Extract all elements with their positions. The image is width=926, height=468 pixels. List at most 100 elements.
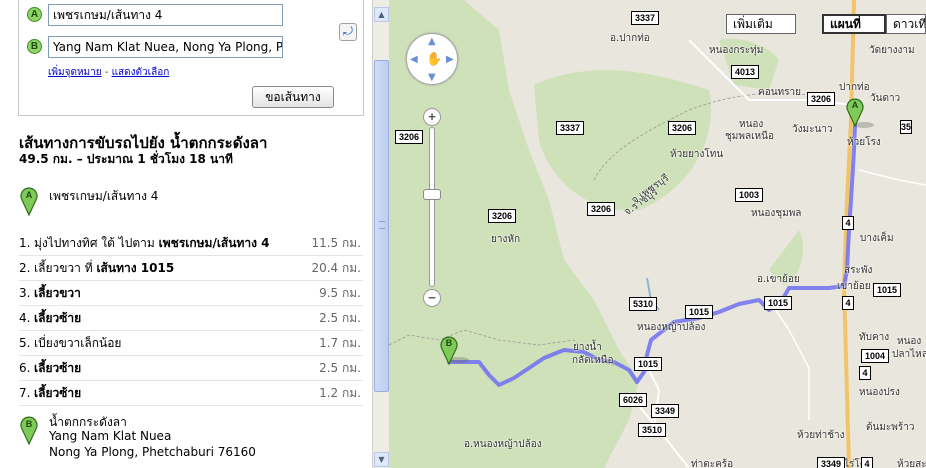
map-type-button[interactable]: ดาวเทียม (886, 14, 926, 34)
map-place-label: กลัดเหนือ (572, 355, 614, 366)
step-distance: 11.5 กม. (311, 236, 361, 250)
panel-scrollbar[interactable]: ▲ ▼ (372, 0, 389, 468)
zoom-slider-handle[interactable] (423, 189, 441, 200)
scroll-grip-icon (379, 221, 385, 229)
start-pin-letter: A (26, 190, 33, 200)
map-place-label: บางเค็ม (860, 233, 894, 244)
step-text: เลี้ยวขวา (34, 281, 81, 305)
route-step[interactable]: 5. เบี่ยงขวาเล็กน้อย 1.7 กม. (19, 331, 363, 356)
route-shield: 3349 (651, 404, 680, 418)
end-address-line1: Yang Nam Klat Nuea (49, 429, 172, 443)
step-number: 4. (19, 311, 31, 325)
scroll-up-icon[interactable]: ▲ (374, 7, 389, 22)
step-number: 1. (19, 236, 31, 250)
route-shield: 4013 (731, 65, 760, 79)
zoom-in-button[interactable]: + (423, 108, 441, 126)
waypoint-a-marker: A (27, 7, 42, 22)
directions-form: A เพชรเกษม/เส้นทาง 4 B Yang Nam Klat Nue… (18, 0, 364, 116)
waypoint-b-marker: B (27, 39, 42, 54)
map-place-label: เขาย้อย (837, 281, 871, 292)
step-number: 6. (19, 361, 31, 375)
route-shield: 3206 (488, 209, 517, 223)
step-number: 7. (19, 386, 31, 400)
pan-up-icon[interactable]: ▲ (428, 36, 436, 47)
route-step[interactable]: 2. เลี้ยวขวา ที่ เส้นทาง 1015 20.4 กม. (19, 256, 363, 281)
route-steps: 1. มุ่งไปทางทิศ ใต้ ไปตาม เพชรเกษม/เส้นทา… (19, 231, 363, 406)
pan-down-icon[interactable]: ▼ (428, 72, 436, 83)
pan-control[interactable]: ▲ ▼ ◀ ▶ ✋ (406, 33, 458, 85)
step-text: มุ่งไปทางทิศ ใต้ ไปตาม เพชรเกษม/เส้นทาง … (34, 231, 270, 255)
zoom-slider-track[interactable] (429, 127, 435, 287)
route-shield: 3206 (668, 121, 697, 135)
step-distance: 20.4 กม. (311, 261, 361, 275)
route-shield: 6026 (619, 393, 648, 407)
route-shield: 1004 (861, 349, 890, 363)
waypoint-a-input[interactable]: เพชรเกษม/เส้นทาง 4 (48, 4, 283, 26)
map-place-label: ทับคาง (859, 332, 890, 343)
scroll-thumb[interactable] (374, 60, 389, 392)
map-marker-b-letter: B (446, 338, 453, 348)
route-shield: 1015 (634, 357, 663, 371)
scroll-down-icon[interactable]: ▼ (374, 452, 389, 467)
show-options-link[interactable]: แสดงตัวเลือก (112, 67, 170, 78)
map-place-label: ปากท่อ (839, 82, 870, 93)
map-place-label: หนองปรง (859, 387, 900, 398)
map-place-label: ท่าตะคร้อ (691, 459, 734, 468)
route-shield: 35 (900, 120, 912, 134)
map-place-label: อ.ปากท่อ (610, 33, 650, 44)
map-place-label: อ.เขาย้อย (757, 274, 800, 285)
map-place-label: ห้วยสะ (897, 459, 926, 468)
step-text: เลี้ยวขวา ที่ เส้นทาง 1015 (34, 256, 174, 280)
waypoint-b-input[interactable]: Yang Nam Klat Nuea, Nong Ya Plong, P (48, 36, 283, 58)
get-directions-button[interactable]: ขอเส้นทาง (252, 86, 334, 108)
waypoint-a-row: A เพชรเกษม/เส้นทาง 4 (27, 4, 347, 26)
map-place-label: ห้วยโรง (847, 137, 881, 148)
waypoint-b-row: B Yang Nam Klat Nuea, Nong Ya Plong, P (27, 36, 347, 58)
step-instruction: มุ่งไปทางทิศ ใต้ ไปตาม (34, 236, 159, 250)
step-number: 2. (19, 261, 31, 275)
route-shield: 3349 (817, 457, 846, 468)
route-shield: 4 (859, 366, 871, 380)
map-type-button[interactable]: แผนที่ (822, 14, 886, 34)
map-place-label: ยางหัก (491, 234, 521, 245)
pan-right-icon[interactable]: ▶ (446, 54, 454, 65)
step-road: เลี้ยวซ้าย (34, 386, 82, 400)
step-distance: 2.5 กม. (319, 311, 361, 325)
step-distance: 9.5 กม. (319, 286, 361, 300)
route-shield: 3510 (638, 423, 667, 437)
map-place-label: ห้วยยางโทน (670, 149, 724, 160)
map-place-label: อ.หนองหญ้าปล้อง (464, 439, 542, 450)
zoom-out-button[interactable]: − (423, 289, 441, 307)
route-shield: 1015 (764, 296, 793, 310)
swap-icon[interactable]: ⤾ (339, 23, 357, 41)
route-shield: 3206 (807, 92, 836, 106)
route-step[interactable]: 4. เลี้ยวซ้าย 2.5 กม. (19, 306, 363, 331)
route-shield: 3337 (631, 11, 660, 25)
step-number: 3. (19, 286, 31, 300)
link-separator: - (104, 67, 109, 78)
map-place-label: หนองกระทุ่ม (709, 45, 764, 56)
step-instruction: เลี้ยวขวา ที่ (34, 261, 97, 275)
start-pin-icon: A (20, 187, 38, 216)
route-step[interactable]: 1. มุ่งไปทางทิศ ใต้ ไปตาม เพชรเกษม/เส้นทา… (19, 231, 363, 256)
map-terrain: B A (389, 0, 926, 468)
route-shield: 3206 (395, 130, 424, 144)
map-place-label: วัดยางงาม (869, 45, 915, 56)
route-shield: 1015 (873, 283, 902, 297)
map-canvas[interactable]: B A อ.ปากท่อ หนองกระทุ่ม วัดยางงาม คอนทรายป… (389, 0, 926, 468)
route-step[interactable]: 6. เลี้ยวซ้าย 2.5 กม. (19, 356, 363, 381)
step-number: 5. (19, 336, 31, 350)
end-pin-icon: B (20, 416, 38, 445)
route-step[interactable]: 7. เลี้ยวซ้าย 1.2 กม. (19, 381, 363, 406)
step-road: เส้นทาง 1015 (96, 261, 175, 275)
add-destination-link[interactable]: เพิ่มจุดหมาย (48, 67, 102, 78)
route-step[interactable]: 3. เลี้ยวขวา 9.5 กม. (19, 281, 363, 306)
end-address-line2: Nong Ya Plong, Phetchaburi 76160 (49, 445, 256, 459)
step-road: เลี้ยวซ้าย (34, 311, 82, 325)
pan-left-icon[interactable]: ◀ (410, 54, 418, 65)
map-type-button[interactable]: เพิ่มเติม (726, 14, 796, 34)
step-road: เพชรเกษม/เส้นทาง 4 (158, 236, 270, 250)
end-pin-letter: B (26, 419, 33, 429)
map-place-label: วันดาว (870, 93, 901, 104)
step-text: เลี้ยวซ้าย (34, 381, 81, 405)
